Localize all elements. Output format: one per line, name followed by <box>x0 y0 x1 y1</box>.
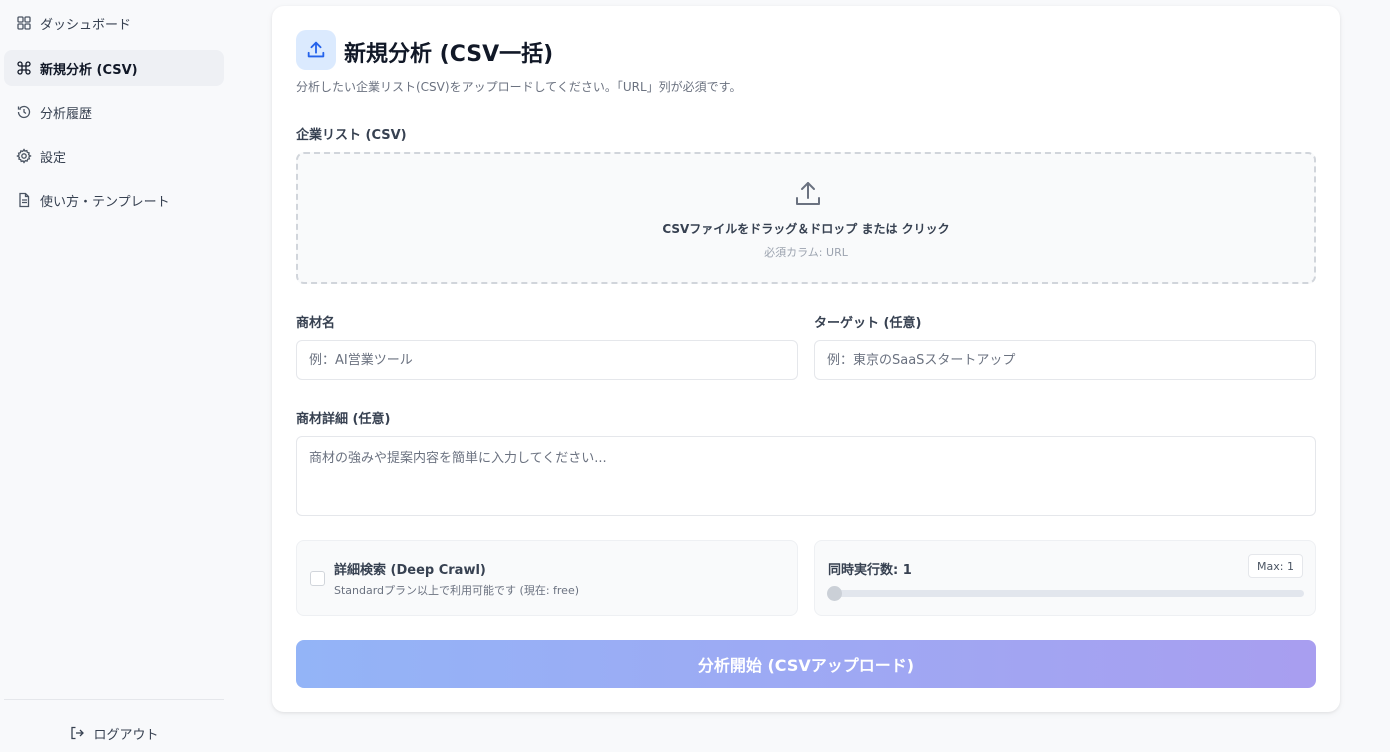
sidebar-item-label: ダッシュボード <box>40 17 132 33</box>
sidebar-divider <box>4 699 224 700</box>
upload-icon <box>307 41 325 58</box>
dropzone-required-columns: 必須カラム: URL <box>764 246 848 259</box>
sidebar-item-new-analysis[interactable]: 新規分析 (CSV) <box>4 50 224 86</box>
concurrency-slider[interactable] <box>827 586 1304 601</box>
deep-crawl-label: 詳細検索 (Deep Crawl) <box>334 563 486 578</box>
sidebar-item-label: 新規分析 (CSV) <box>40 62 138 78</box>
sidebar-item-label: 設定 <box>40 150 67 166</box>
dropzone-instruction: CSVファイルをドラッグ＆ドロップ または クリック <box>662 222 950 236</box>
logout-button[interactable]: ログアウト <box>4 718 224 748</box>
concurrency-max-badge: Max: 1 <box>1248 554 1303 578</box>
sidebar-item-label: 使い方・テンプレート <box>40 194 170 210</box>
sidebar-item-history[interactable]: 分析履歴 <box>4 94 224 130</box>
start-analysis-button[interactable]: 分析開始 (CSVアップロード) <box>296 640 1316 688</box>
product-name-label: 商材名 <box>296 316 336 331</box>
concurrency-label: 同時実行数: 1 <box>828 563 912 578</box>
upload-label: 企業リスト (CSV) <box>296 128 407 143</box>
logout-icon <box>71 726 85 740</box>
upload-badge <box>296 30 336 70</box>
sidebar-item-guide[interactable]: 使い方・テンプレート <box>4 182 224 218</box>
page-description: 分析したい企業リスト(CSV)をアップロードしてください。「URL」列が必須です… <box>296 80 742 94</box>
deep-crawl-panel: 詳細検索 (Deep Crawl) Standardプラン以上で利用可能です (… <box>296 540 798 616</box>
concurrency-panel: 同時実行数: 1 Max: 1 <box>814 540 1316 616</box>
dashboard-icon <box>17 16 31 30</box>
target-input[interactable] <box>814 340 1316 380</box>
gear-icon <box>16 148 32 164</box>
document-icon <box>19 192 30 208</box>
analysis-form-card: 新規分析 (CSV一括) 分析したい企業リスト(CSV)をアップロードしてくださ… <box>272 6 1340 712</box>
sidebar-item-label: 分析履歴 <box>40 106 93 122</box>
deep-crawl-checkbox[interactable] <box>310 571 325 586</box>
target-label: ターゲット (任意) <box>814 316 922 331</box>
product-name-input[interactable] <box>296 340 798 380</box>
deep-crawl-note: Standardプラン以上で利用可能です (現在: free) <box>334 584 580 597</box>
sidebar: ダッシュボード 新規分析 (CSV) 分析履歴 設定 使い方・テンプレート ログ… <box>0 0 228 752</box>
product-detail-textarea[interactable] <box>296 436 1316 516</box>
csv-dropzone[interactable]: CSVファイルをドラッグ＆ドロップ または クリック 必須カラム: URL <box>296 152 1316 284</box>
sidebar-item-dashboard[interactable]: ダッシュボード <box>4 5 224 41</box>
sidebar-item-settings[interactable]: 設定 <box>4 138 224 174</box>
logout-label: ログアウト <box>93 727 159 743</box>
product-detail-label: 商材詳細 (任意) <box>296 412 391 427</box>
command-icon <box>17 61 31 75</box>
history-icon <box>17 105 31 119</box>
concurrency-slider-thumb[interactable] <box>827 586 842 601</box>
upload-icon <box>796 182 820 205</box>
page-title: 新規分析 (CSV一括) <box>344 42 554 67</box>
